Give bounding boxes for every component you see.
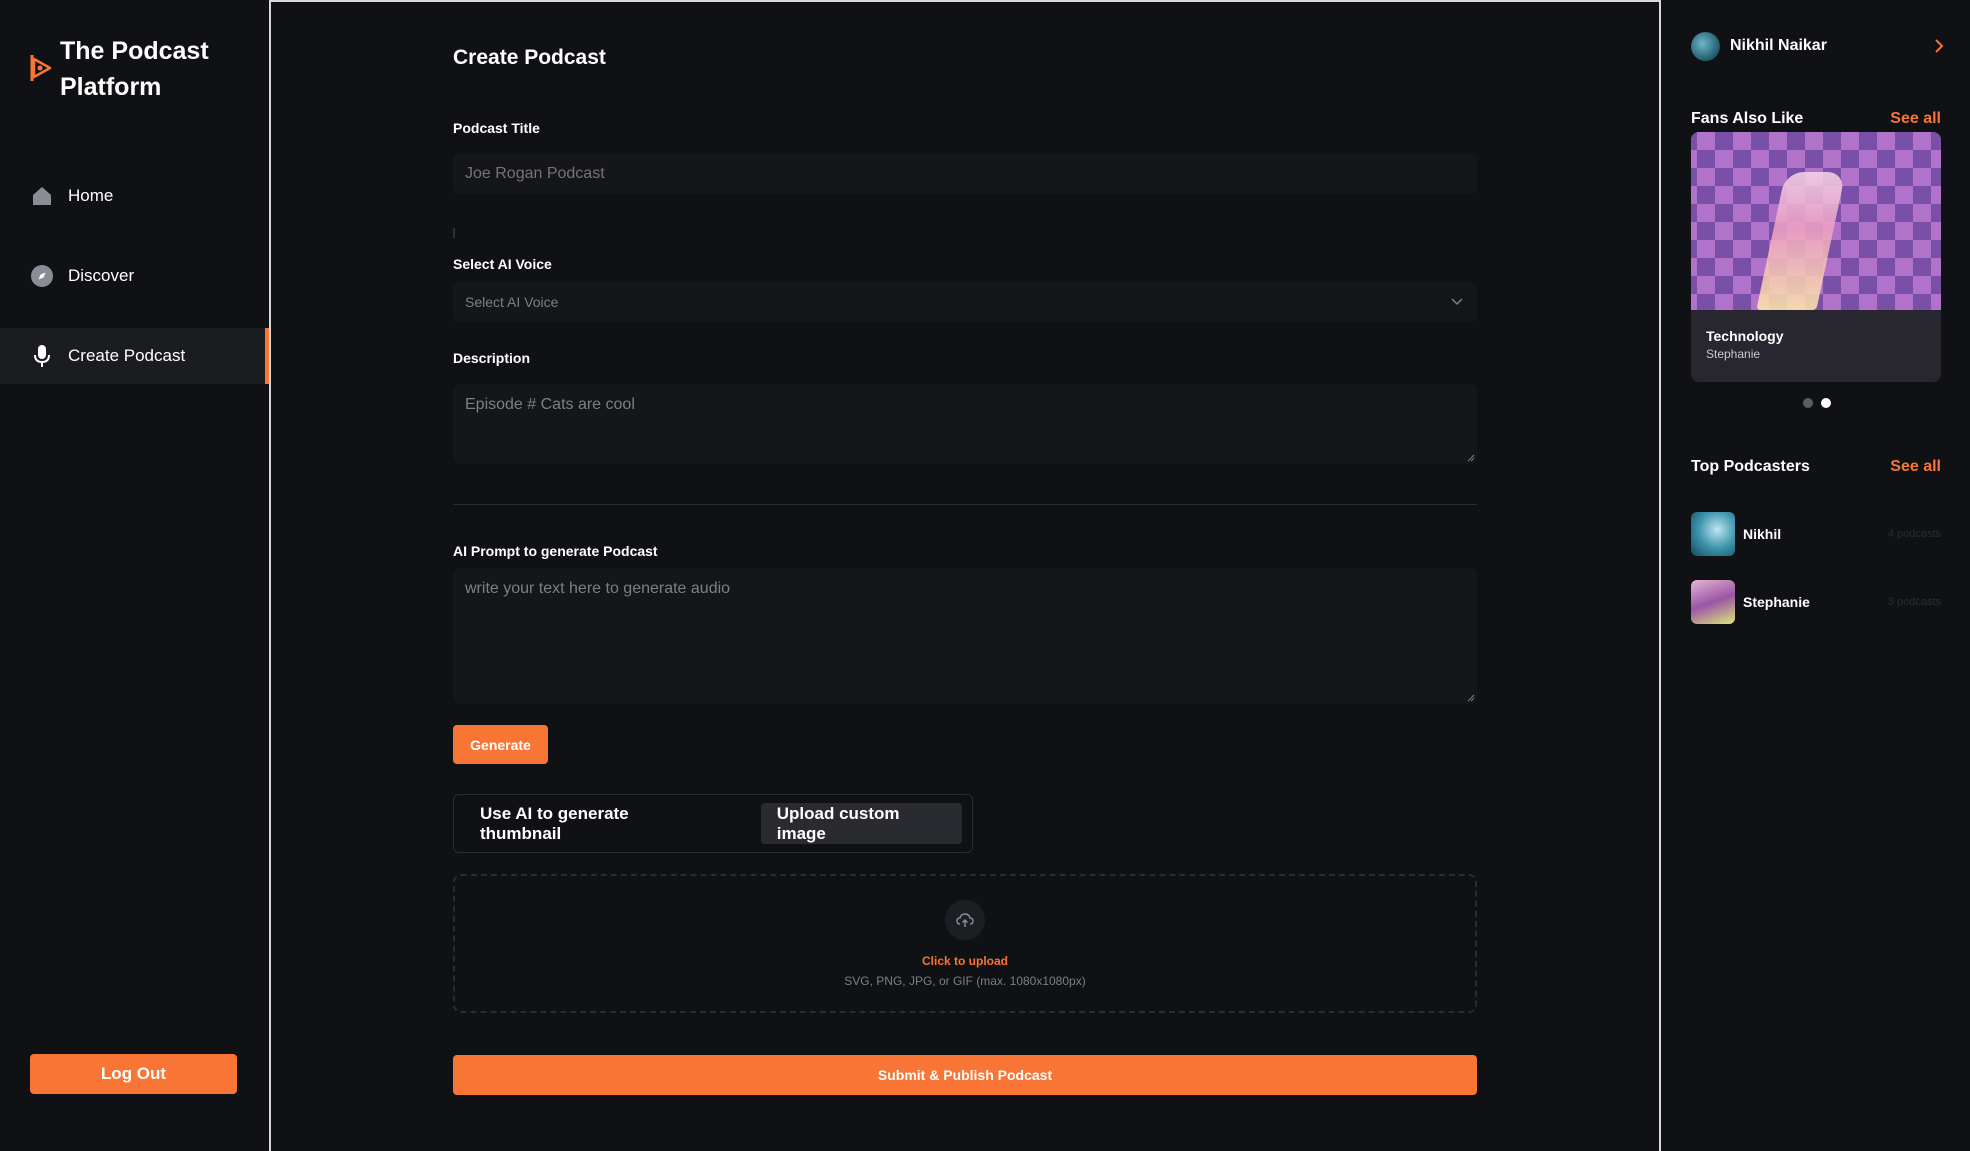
resize-grip-icon[interactable] (1467, 694, 1475, 702)
sidebar-item-label: Discover (68, 266, 135, 285)
see-all-link[interactable]: See all (1890, 110, 1941, 128)
image-upload-dropzone[interactable]: Click to upload SVG, PNG, JPG, or GIF (m… (453, 874, 1477, 1013)
resize-grip-icon[interactable] (1467, 454, 1475, 462)
carousel-dot-active[interactable] (1821, 398, 1831, 408)
compass-icon (30, 264, 54, 288)
sidebar-nav: Home Discover Create Podcast (0, 168, 269, 408)
voice-select[interactable]: Select AI Voice (453, 282, 1477, 322)
podcaster-item[interactable]: Nikhil 4 podcasts (1691, 512, 1941, 556)
upload-cloud-icon (945, 899, 985, 940)
card-meta: Technology Stephanie (1691, 310, 1941, 382)
play-triangle-logo-icon (30, 55, 52, 81)
podcaster-name: Stephanie (1743, 594, 1810, 610)
left-sidebar: The Podcast Platform Home Discover Creat… (0, 0, 269, 1151)
divider-mark (453, 228, 455, 238)
top-podcasters-header: Top Podcasters See all (1691, 458, 1941, 476)
podcast-count: 4 podcasts (1887, 528, 1941, 540)
card-author: Stephanie (1706, 347, 1761, 361)
description-textarea[interactable]: Episode # Cats are cool (453, 384, 1477, 464)
description-placeholder: Episode # Cats are cool (465, 396, 635, 413)
upload-hint: SVG, PNG, JPG, or GIF (max. 1080x1080px) (844, 973, 1086, 988)
chevron-down-icon (1451, 298, 1463, 306)
section-title: Fans Also Like (1691, 110, 1804, 127)
fans-also-like-card[interactable]: Technology Stephanie (1691, 132, 1941, 382)
avatar (1691, 580, 1735, 624)
podcast-cover-image (1691, 132, 1941, 310)
chevron-right-icon (1935, 39, 1944, 53)
home-icon (30, 184, 54, 208)
podcast-title-label: Podcast Title (453, 120, 540, 136)
thumbnail-toggle: Use AI to generate thumbnail Upload cust… (453, 794, 973, 853)
prompt-textarea[interactable]: write your text here to generate audio (453, 568, 1477, 704)
ai-thumbnail-option[interactable]: Use AI to generate thumbnail (464, 803, 721, 844)
section-title: Top Podcasters (1691, 458, 1810, 475)
app-root: The Podcast Platform Home Discover Creat… (0, 0, 1970, 1151)
podcaster-item[interactable]: Stephanie 3 podcasts (1691, 580, 1941, 624)
sidebar-item-create-podcast[interactable]: Create Podcast (0, 328, 269, 384)
submit-publish-button[interactable]: Submit & Publish Podcast (453, 1055, 1477, 1095)
prompt-label: AI Prompt to generate Podcast (453, 543, 658, 559)
sidebar-item-home[interactable]: Home (0, 168, 269, 224)
right-sidebar: Nikhil Naikar Fans Also Like See all Tec… (1661, 0, 1970, 1151)
microphone-icon (30, 344, 54, 368)
see-all-link[interactable]: See all (1890, 458, 1941, 476)
logout-button[interactable]: Log Out (30, 1054, 237, 1094)
fans-also-like-header: Fans Also Like See all (1691, 110, 1941, 128)
profile-name: Nikhil Naikar (1730, 37, 1827, 54)
description-label: Description (453, 350, 531, 366)
upload-custom-image-option[interactable]: Upload custom image (760, 803, 962, 844)
main-panel: Create Podcast Podcast Title Select AI V… (269, 0, 1661, 1151)
voice-label: Select AI Voice (453, 256, 552, 272)
sidebar-item-label: Home (68, 186, 114, 205)
prompt-placeholder: write your text here to generate audio (465, 580, 731, 597)
card-title: Technology (1706, 328, 1784, 344)
podcast-count: 3 podcasts (1887, 596, 1941, 608)
carousel-dots (1803, 398, 1831, 408)
user-profile[interactable]: Nikhil Naikar (1691, 30, 1944, 62)
carousel-dot[interactable] (1803, 398, 1813, 408)
generate-button[interactable]: Generate (453, 725, 548, 764)
sidebar-item-discover[interactable]: Discover (0, 248, 269, 304)
podcaster-name: Nikhil (1743, 526, 1782, 542)
page-title: Create Podcast (453, 46, 606, 69)
avatar (1691, 512, 1735, 556)
voice-select-placeholder: Select AI Voice (465, 294, 559, 310)
app-logo[interactable]: The Podcast Platform (30, 33, 250, 105)
sidebar-item-label: Create Podcast (68, 346, 186, 365)
upload-cta[interactable]: Click to upload (922, 954, 1008, 968)
avatar (1691, 31, 1720, 61)
section-divider (453, 504, 1477, 505)
podcast-title-input[interactable] (453, 153, 1477, 194)
app-name: The Podcast Platform (60, 37, 209, 101)
